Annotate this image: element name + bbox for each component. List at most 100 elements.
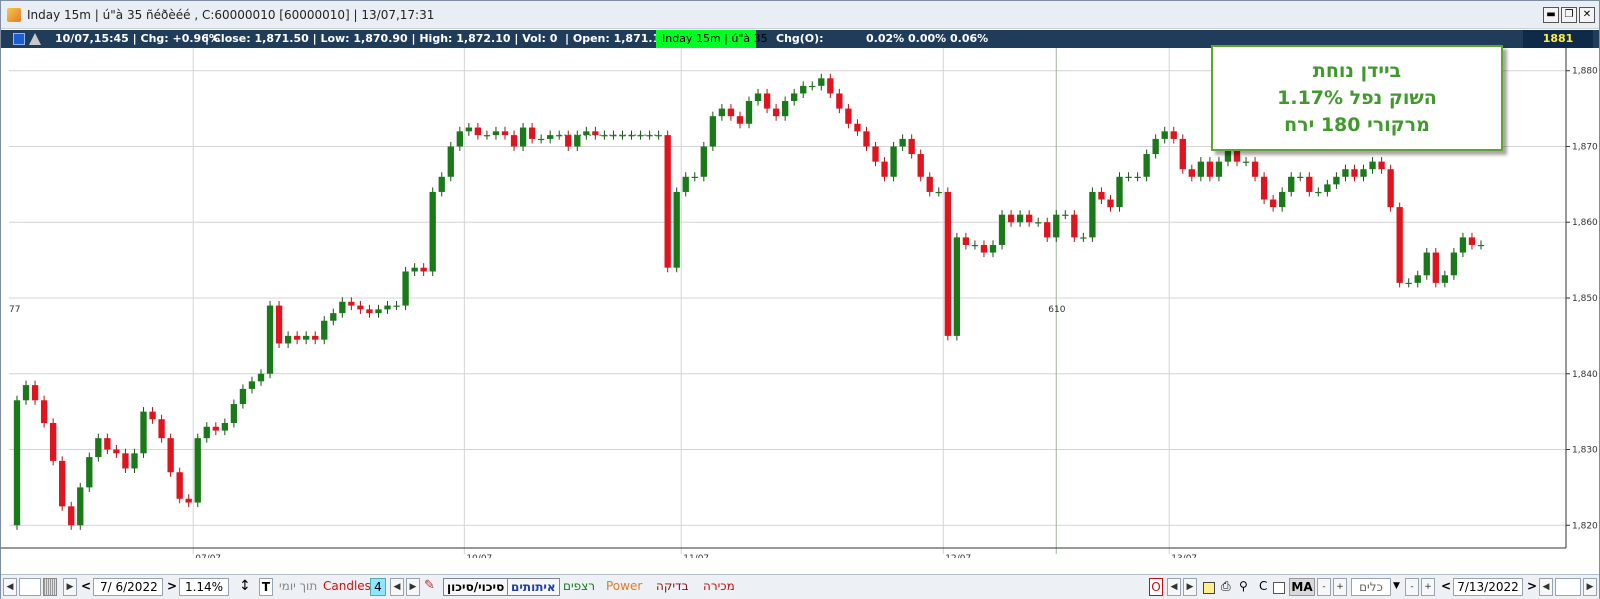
candle-body [366, 309, 373, 314]
ma-plus-button[interactable]: + [1333, 578, 1347, 596]
candle-body [321, 320, 328, 340]
close-button[interactable]: ✕ [1579, 7, 1595, 23]
candle-body [682, 176, 689, 192]
candle-body [519, 127, 527, 147]
end-left-button[interactable]: ◀ [1539, 578, 1553, 596]
color-swatch-icon[interactable] [1203, 582, 1215, 594]
maximize-button[interactable]: ❐ [1561, 7, 1577, 23]
candle-body [1315, 191, 1322, 194]
candle-body [1206, 161, 1214, 177]
y-tick-label: 1,880 [1572, 67, 1598, 77]
vertical-resize-icon[interactable]: ↕ [239, 578, 251, 596]
candle-body [59, 460, 66, 507]
candle-body [1432, 252, 1439, 283]
candle-body [745, 101, 753, 124]
scroll-right-button[interactable]: ▶ [63, 578, 77, 596]
date-right-select[interactable]: 7/13/2022 [1453, 578, 1523, 596]
zoom-minus-button[interactable]: - [1405, 578, 1419, 596]
signals-button[interactable]: איתותים [507, 578, 560, 596]
zoom-plus-button[interactable]: + [1421, 578, 1435, 596]
scroll-track[interactable] [19, 578, 41, 596]
candle-body [104, 438, 111, 450]
candle-body [293, 335, 301, 340]
next-right-date-button[interactable]: > [1527, 578, 1537, 596]
prev-date-button[interactable]: < [81, 578, 91, 596]
percent-field[interactable]: 1.14% [179, 578, 229, 596]
open-value: | Open: 1,871.15 [565, 32, 668, 45]
intraday-label[interactable]: תוך יומי [279, 578, 317, 596]
c-button[interactable]: C [1259, 578, 1267, 596]
prev-right-date-button[interactable]: < [1441, 578, 1451, 596]
tools-select[interactable]: כלים [1351, 578, 1391, 596]
print-icon[interactable]: ⎙ [1221, 578, 1231, 596]
scroll-thumb[interactable] [43, 578, 57, 596]
next-date-button[interactable]: > [167, 578, 177, 596]
nav-right-button[interactable]: ▶ [1183, 578, 1197, 596]
warning-icon[interactable] [29, 33, 41, 45]
candle-body [664, 135, 671, 268]
candle-body [411, 267, 418, 272]
candle-body [1369, 161, 1376, 170]
candle-body [1080, 237, 1087, 239]
pencil-icon[interactable]: ✎ [424, 578, 435, 596]
candle-body [221, 423, 229, 431]
candle-body [212, 426, 219, 431]
left-edge-label: 77 [9, 305, 20, 315]
power-label[interactable]: Power [606, 578, 642, 596]
candle-body [1269, 199, 1277, 208]
o-button[interactable]: O [1149, 578, 1163, 596]
tools-dropdown-icon[interactable]: ▼ [1393, 578, 1400, 596]
candles-value[interactable]: 4 [370, 578, 386, 596]
candle-body [908, 138, 915, 155]
candle-body [574, 135, 581, 147]
candles-decrease-button[interactable]: ◀ [390, 578, 404, 596]
candle-body [95, 438, 102, 458]
chart-settings-icon[interactable] [13, 33, 25, 45]
binoculars-icon[interactable]: ⚲ [1239, 578, 1248, 596]
candle-body [1188, 169, 1195, 177]
chg-o-label: Chg(O): [776, 32, 824, 45]
candle-body [303, 335, 310, 340]
candle-body [40, 400, 48, 423]
candle-body [1396, 207, 1403, 283]
candle-body [1414, 275, 1421, 283]
annotation-line-1: ביידן נוחת [1312, 59, 1402, 82]
candle-body [456, 131, 463, 147]
sell-label[interactable]: מכירה [703, 578, 735, 596]
candle-body [194, 438, 201, 503]
candle-body [1477, 244, 1485, 247]
ma-checkbox[interactable] [1273, 582, 1285, 594]
candle-body [953, 237, 961, 336]
annotation-box: ביידן נוחת השוק נפל 1.17% מרקורי 180 ירח [1211, 45, 1503, 151]
date-left-select[interactable]: 7/ 6/2022 [93, 578, 163, 596]
candle-body [1098, 191, 1105, 200]
candle-body [1360, 169, 1367, 177]
candle-body [890, 146, 897, 177]
candle-body [1062, 214, 1069, 216]
end-right-button[interactable]: ▶ [1583, 578, 1597, 596]
annotation-line-3: מרקורי 180 ירח [1284, 113, 1430, 136]
candle-body [1071, 214, 1078, 238]
check-label[interactable]: בדיקה [656, 578, 689, 596]
candle-body [149, 411, 156, 420]
minimize-button[interactable]: ▬ [1543, 7, 1559, 23]
risk-reward-button[interactable]: סיכוי/סיכון [443, 578, 509, 596]
candle-body [754, 93, 762, 102]
scroll-left-button[interactable]: ◀ [3, 578, 17, 596]
ma-minus-button[interactable]: - [1317, 578, 1331, 596]
continuous-label[interactable]: רצפים [563, 578, 595, 596]
end-track[interactable] [1555, 578, 1581, 596]
candle-body [375, 309, 382, 314]
nav-left-button[interactable]: ◀ [1167, 578, 1181, 596]
candle-body [1179, 138, 1186, 170]
candle-body [1423, 252, 1430, 276]
candle-body [1279, 191, 1286, 208]
candles-increase-button[interactable]: ▶ [406, 578, 420, 596]
x-tick-label: 13/07 [1171, 554, 1197, 558]
candles-label[interactable]: Candles [323, 578, 371, 596]
t-button[interactable]: T [259, 578, 273, 596]
ma-button[interactable]: MA [1289, 578, 1315, 596]
candle-body [863, 131, 870, 147]
close-low-high-vol: | Close: 1,871.50 | Low: 1,870.90 | High… [205, 32, 558, 45]
chart-window: Inday 15m | ú"à 35 ñéðèéé , C:60000010 [… [0, 0, 1600, 599]
